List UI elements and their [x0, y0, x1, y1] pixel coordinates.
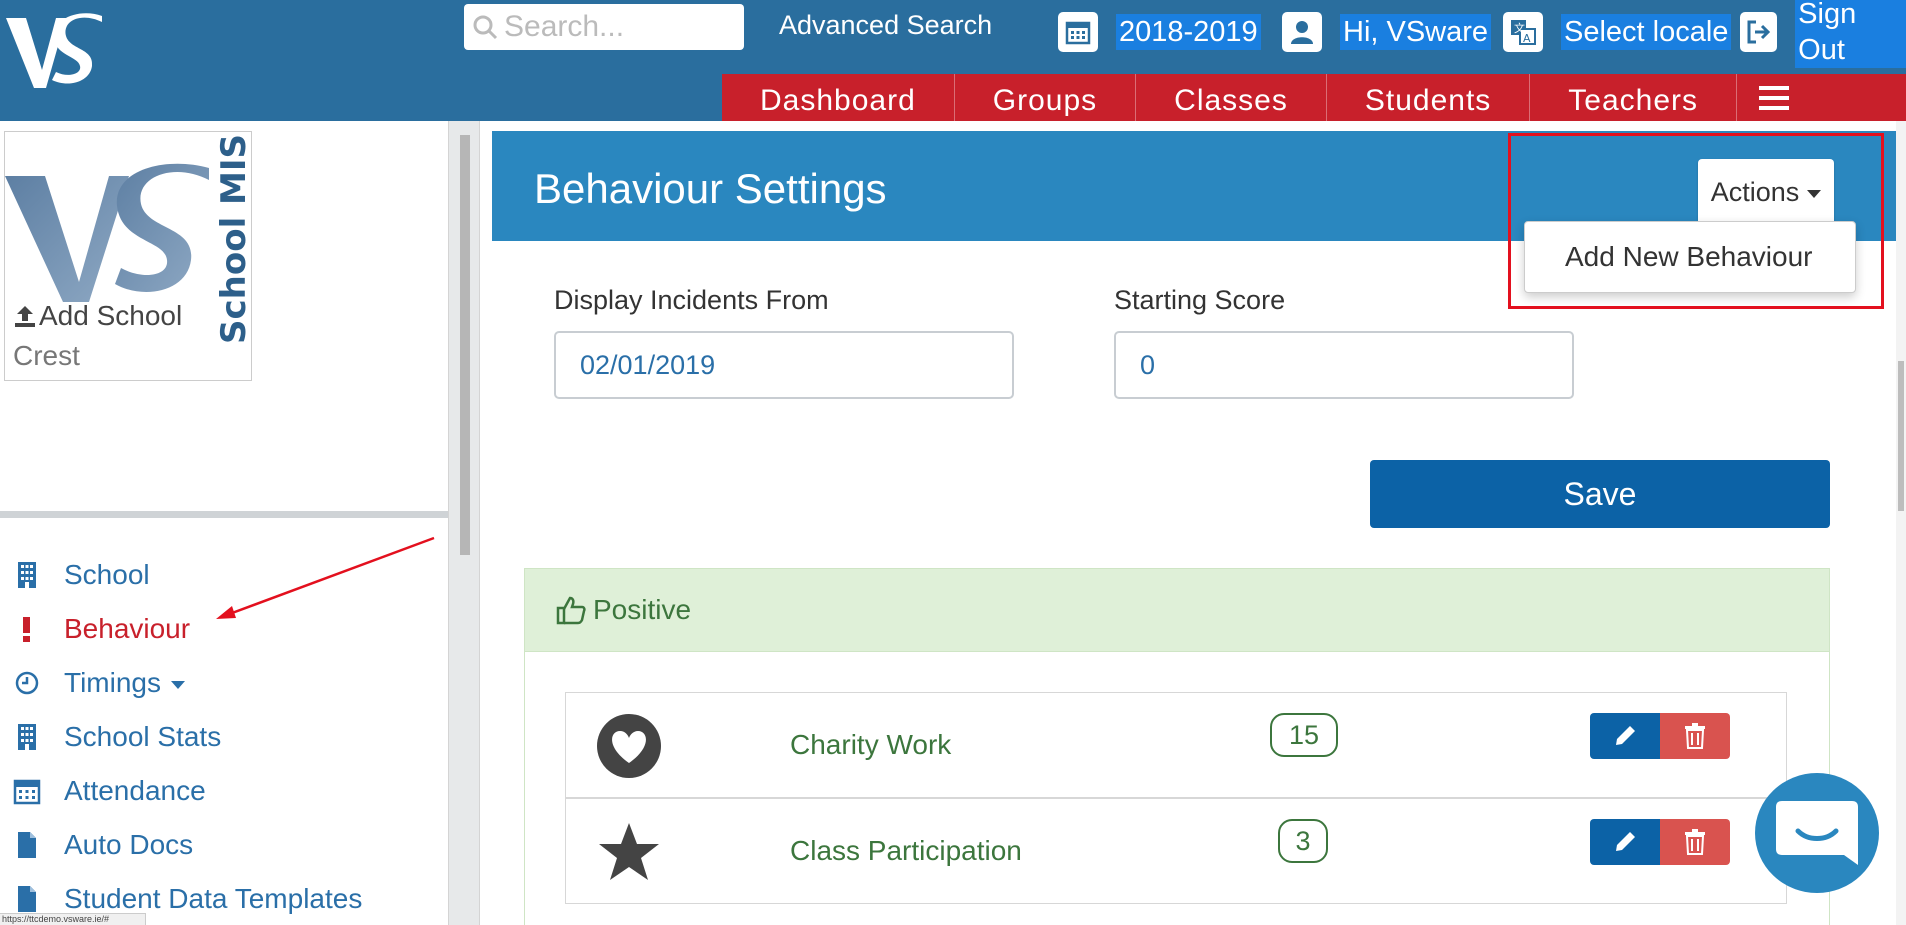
panel-divider[interactable]: [0, 511, 448, 518]
add-school-crest-label: Add School Crest: [13, 296, 213, 376]
upload-icon: [15, 306, 35, 327]
edit-button[interactable]: [1590, 819, 1660, 865]
trash-icon: [1685, 723, 1705, 749]
menu-item-label: School Stats: [64, 721, 222, 752]
nav-dashboard[interactable]: Dashboard: [722, 74, 955, 121]
annotation-arrow: [216, 536, 435, 619]
display-incidents-from-label: Display Incidents From: [554, 285, 829, 315]
search-icon: [473, 15, 498, 40]
building-icon: [12, 560, 42, 590]
pencil-icon: [1616, 726, 1635, 745]
school-crest-upload[interactable]: School MIS Add School Crest: [4, 131, 252, 381]
document-icon: [12, 830, 42, 860]
behaviour-score-badge: 3: [1278, 819, 1328, 863]
crest-line2: Crest: [13, 340, 80, 371]
menu-item-label: Timings: [64, 667, 161, 698]
locale-label: Select locale: [1561, 14, 1732, 50]
main-content: Behaviour Settings Actions Add New Behav…: [480, 121, 1906, 925]
chat-icon: [1776, 801, 1858, 865]
sign-out[interactable]: Sign Out: [1740, 0, 1906, 68]
translate-icon: 文A: [1503, 12, 1543, 52]
calendar-icon: [1058, 12, 1098, 52]
menu-item-label: Auto Docs: [64, 829, 194, 860]
building-icon: [12, 722, 42, 752]
menu-item-behaviour[interactable]: Behaviour: [12, 609, 190, 649]
scrollbar-thumb[interactable]: [1898, 361, 1904, 511]
behaviour-name: Charity Work: [790, 729, 952, 760]
trash-icon: [1685, 829, 1705, 855]
user-greeting: Hi, VSware: [1340, 14, 1492, 50]
delete-button[interactable]: [1660, 819, 1730, 865]
calendar-icon: [12, 776, 42, 806]
advanced-search-link[interactable]: Advanced Search: [779, 10, 992, 41]
nav-teachers[interactable]: Teachers: [1530, 74, 1738, 121]
heart-icon: [597, 714, 661, 778]
nav-students[interactable]: Students: [1327, 74, 1531, 121]
behaviour-score-badge: 15: [1270, 713, 1338, 757]
chat-launcher-button[interactable]: [1755, 773, 1879, 893]
main-scrollbar[interactable]: [1896, 121, 1906, 925]
svg-text:A: A: [1523, 32, 1531, 45]
exclamation-icon: [12, 614, 42, 644]
search-box[interactable]: [464, 4, 744, 50]
menu-item-label: Student Data Templates: [64, 883, 363, 914]
menu-item-attendance[interactable]: Attendance: [12, 771, 206, 811]
crest-line1: Add School: [39, 300, 183, 331]
search-input[interactable]: [504, 10, 734, 44]
sign-out-label: Sign Out: [1795, 0, 1906, 68]
year-selector[interactable]: 2018-2019: [1058, 12, 1261, 52]
delete-button[interactable]: [1660, 713, 1730, 759]
year-label: 2018-2019: [1116, 14, 1261, 50]
edit-button[interactable]: [1590, 713, 1660, 759]
hamburger-menu-icon[interactable]: [1737, 74, 1811, 121]
display-incidents-from-input[interactable]: 02/01/2019: [554, 331, 1014, 399]
starting-score-input[interactable]: 0: [1114, 331, 1574, 399]
clock-icon: [12, 668, 42, 698]
behaviour-row: Charity Work 15: [565, 692, 1787, 798]
positive-panel: Positive Charity Work 15 Class Participa…: [524, 568, 1830, 925]
user-icon: [1282, 12, 1322, 52]
menu-item-label: Behaviour: [64, 613, 191, 644]
menu-item-label: Attendance: [64, 775, 206, 806]
nav-groups[interactable]: Groups: [955, 74, 1137, 121]
sign-out-icon: [1740, 12, 1778, 52]
thumbs-up-icon: [556, 596, 586, 625]
save-button[interactable]: Save: [1370, 460, 1830, 528]
annotation-highlight-box: [1508, 133, 1884, 309]
vsware-logo[interactable]: [4, 8, 104, 92]
locale-selector[interactable]: 文A Select locale: [1503, 12, 1732, 52]
svg-text:School MIS: School MIS: [214, 134, 251, 344]
chevron-down-icon: [170, 681, 185, 689]
pencil-icon: [1616, 832, 1635, 851]
starting-score-label: Starting Score: [1114, 285, 1286, 315]
star-icon: [599, 823, 659, 880]
main-nav: Dashboard Groups Classes Students Teache…: [722, 74, 1906, 121]
left-panel-scrollbar[interactable]: [448, 121, 480, 925]
status-url: https://ttcdemo.vsware.ie/#: [0, 913, 146, 925]
top-bar: Advanced Search 2018-2019 Hi, VSware 文A …: [0, 0, 1906, 121]
menu-item-auto-docs[interactable]: Auto Docs: [12, 825, 193, 865]
user-menu[interactable]: Hi, VSware: [1282, 12, 1492, 52]
nav-classes[interactable]: Classes: [1136, 74, 1327, 121]
positive-label: Positive: [593, 594, 692, 625]
positive-panel-header: Positive: [525, 569, 1829, 652]
behaviour-row: Class Participation 3: [565, 798, 1787, 904]
scrollbar-thumb[interactable]: [460, 135, 470, 555]
menu-item-label: School: [64, 559, 150, 590]
document-icon: [12, 884, 42, 914]
menu-item-school[interactable]: School: [12, 555, 150, 595]
page-title: Behaviour Settings: [534, 165, 887, 212]
behaviour-name: Class Participation: [790, 835, 1022, 866]
menu-item-timings[interactable]: Timings: [12, 663, 185, 703]
menu-item-school-stats[interactable]: School Stats: [12, 717, 221, 757]
